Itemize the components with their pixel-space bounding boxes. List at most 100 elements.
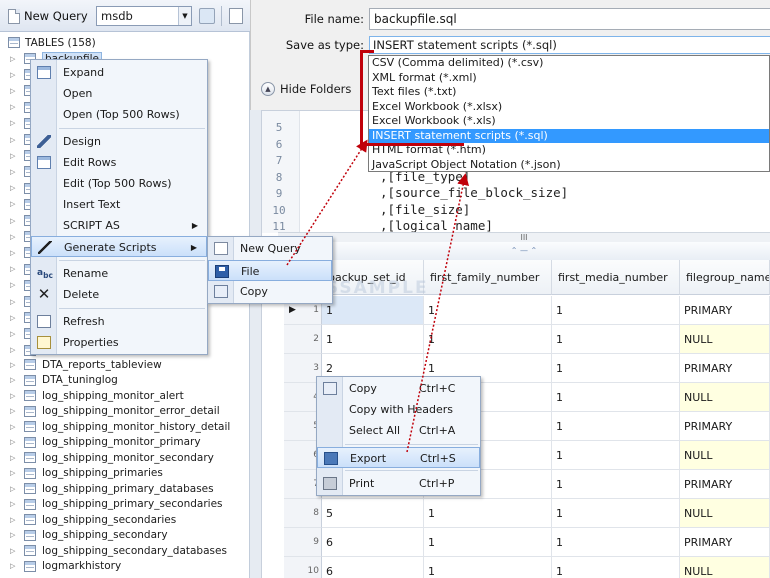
tree-item[interactable]: ▷ DTA_reports_tableview bbox=[10, 357, 162, 373]
chevron-down-icon[interactable]: ▼ bbox=[178, 7, 191, 25]
tree-item[interactable]: ▷ log_shipping_secondary_databases bbox=[10, 543, 227, 559]
tree-item[interactable]: ▷ log_shipping_secondary bbox=[10, 528, 168, 544]
chevron-right-icon[interactable]: ▷ bbox=[10, 547, 20, 555]
grid-cell[interactable]: 1 bbox=[322, 325, 424, 354]
grid-splitter[interactable]: ⌃ — ⌃ bbox=[278, 242, 770, 260]
chevron-right-icon[interactable]: ▷ bbox=[10, 516, 20, 524]
chevron-right-icon[interactable]: ▷ bbox=[10, 438, 20, 446]
chevron-right-icon[interactable]: ▷ bbox=[10, 361, 20, 369]
code-line[interactable]: ,[logical_name] bbox=[380, 218, 493, 233]
grid-cell[interactable]: 5 bbox=[322, 499, 424, 528]
chevron-right-icon[interactable]: ▷ bbox=[10, 376, 20, 384]
file-type-option[interactable]: JavaScript Object Notation (*.json) bbox=[369, 158, 769, 173]
menu-item-refresh[interactable]: Refresh bbox=[31, 311, 207, 332]
row-number[interactable]: 9 bbox=[284, 528, 322, 557]
grid-cell[interactable]: NULL bbox=[680, 557, 770, 578]
grid-cell[interactable]: 1 bbox=[552, 412, 680, 441]
grid-cell[interactable]: 6 bbox=[322, 528, 424, 557]
grid-cell[interactable]: 1 bbox=[424, 557, 552, 578]
row-number[interactable]: 2 bbox=[284, 325, 322, 354]
grid-cell[interactable]: 1 bbox=[552, 470, 680, 499]
editor-horizontal-scrollbar[interactable]: III bbox=[278, 232, 770, 242]
menu-item-rename[interactable]: abc Rename bbox=[31, 263, 207, 284]
menu-item-expand[interactable]: Expand bbox=[31, 62, 207, 83]
menu-item-design[interactable]: Design bbox=[31, 131, 207, 152]
chevron-right-icon[interactable]: ▷ bbox=[10, 407, 20, 415]
tree-item[interactable]: ▷ log_shipping_primaries bbox=[10, 466, 163, 482]
chevron-right-icon[interactable]: ▷ bbox=[10, 249, 20, 257]
grid-menu-item-print[interactable]: Print Ctrl+P bbox=[317, 473, 480, 494]
row-number[interactable]: 8 bbox=[284, 499, 322, 528]
chevron-right-icon[interactable]: ▷ bbox=[10, 346, 20, 354]
grid-cell[interactable]: PRIMARY bbox=[680, 354, 770, 383]
tree-item[interactable]: ▷ log_shipping_secondaries bbox=[10, 512, 176, 528]
menu-item-open-top[interactable]: Open (Top 500 Rows) bbox=[31, 104, 207, 125]
menu-item-properties[interactable]: Properties bbox=[31, 332, 207, 353]
file-type-option[interactable]: Excel Workbook (*.xlsx) bbox=[369, 100, 769, 115]
chevron-right-icon[interactable]: ▷ bbox=[10, 454, 20, 462]
tree-item[interactable]: ▷ log_shipping_monitor_error_detail bbox=[10, 404, 220, 420]
chevron-right-icon[interactable]: ▷ bbox=[10, 314, 20, 322]
grid-cell[interactable]: 1 bbox=[424, 499, 552, 528]
submenu-item-copy[interactable]: Copy bbox=[208, 281, 332, 302]
save-as-type-select[interactable]: INSERT statement scripts (*.sql) bbox=[369, 36, 770, 54]
row-number[interactable]: 10 bbox=[284, 557, 322, 578]
chevron-right-icon[interactable]: ▷ bbox=[10, 562, 20, 570]
database-select[interactable]: msdb ▼ bbox=[96, 6, 192, 26]
chevron-right-icon[interactable]: ▷ bbox=[10, 71, 20, 79]
grid-menu-item-copy[interactable]: Copy Ctrl+C bbox=[317, 378, 480, 399]
chevron-right-icon[interactable]: ▷ bbox=[10, 423, 20, 431]
grid-menu-item-copy-with-headers[interactable]: Copy with Headers bbox=[317, 399, 480, 420]
grid-cell[interactable]: 1 bbox=[424, 296, 552, 325]
menu-item-edit-rows[interactable]: Edit Rows bbox=[31, 152, 207, 173]
chevron-right-icon[interactable]: ▷ bbox=[10, 168, 20, 176]
code-line[interactable]: ,[file_size] bbox=[380, 202, 470, 217]
submenu-item-new-query[interactable]: New Query bbox=[208, 238, 332, 259]
tree-item[interactable]: ▷ log_shipping_monitor_primary bbox=[10, 435, 201, 451]
grid-cell[interactable]: 1 bbox=[552, 528, 680, 557]
menu-item-delete[interactable]: ✕ Delete bbox=[31, 284, 207, 305]
tree-item[interactable]: ▷ log_shipping_primary_databases bbox=[10, 481, 214, 497]
chevron-right-icon[interactable]: ▷ bbox=[10, 485, 20, 493]
menu-item-insert-text[interactable]: Insert Text bbox=[31, 194, 207, 215]
grid-cell[interactable]: 1 bbox=[552, 383, 680, 412]
file-type-option[interactable]: Text files (*.txt) bbox=[369, 85, 769, 100]
chevron-right-icon[interactable]: ▷ bbox=[10, 103, 20, 111]
new-query-button[interactable]: New Query bbox=[8, 6, 88, 26]
toolbar-document-icon[interactable] bbox=[229, 8, 243, 24]
chevron-right-icon[interactable]: ▷ bbox=[10, 87, 20, 95]
grid-cell[interactable]: 1 bbox=[552, 557, 680, 578]
tree-item[interactable]: ▷ DTA_tuninglog bbox=[10, 373, 118, 389]
grid-cell[interactable]: PRIMARY bbox=[680, 528, 770, 557]
grid-cell[interactable]: 1 bbox=[552, 354, 680, 383]
tree-item[interactable]: ▷ logmarkhistory bbox=[10, 559, 121, 575]
grid-menu-item-select-all[interactable]: Select All Ctrl+A bbox=[317, 420, 480, 441]
grid-cell[interactable]: 1 bbox=[552, 499, 680, 528]
column-header[interactable]: filegroup_name bbox=[680, 260, 770, 295]
chevron-right-icon[interactable]: ▷ bbox=[10, 330, 20, 338]
column-header[interactable]: first_family_number bbox=[424, 260, 552, 295]
chevron-right-icon[interactable]: ▷ bbox=[10, 136, 20, 144]
chevron-right-icon[interactable]: ▷ bbox=[10, 200, 20, 208]
grid-cell[interactable]: PRIMARY bbox=[680, 412, 770, 441]
menu-item-open[interactable]: Open bbox=[31, 83, 207, 104]
chevron-right-icon[interactable]: ▷ bbox=[10, 469, 20, 477]
tree-item[interactable]: ▷ log_shipping_primary_secondaries bbox=[10, 497, 223, 513]
submenu-item-file[interactable]: File bbox=[208, 260, 332, 281]
chevron-right-icon[interactable]: ▷ bbox=[10, 500, 20, 508]
grid-cell[interactable]: NULL bbox=[680, 441, 770, 470]
chevron-right-icon[interactable]: ▷ bbox=[10, 184, 20, 192]
file-type-option[interactable]: CSV (Comma delimited) (*.csv) bbox=[369, 56, 769, 71]
menu-item-script-as[interactable]: SCRIPT AS ▶ bbox=[31, 215, 207, 236]
chevron-right-icon[interactable]: ▷ bbox=[10, 217, 20, 225]
hide-folders-button[interactable]: ▲ Hide Folders bbox=[261, 82, 351, 96]
grid-cell[interactable]: 1 bbox=[322, 296, 424, 325]
grid-cell[interactable]: NULL bbox=[680, 383, 770, 412]
tables-folder[interactable]: TABLES (158) bbox=[8, 35, 96, 50]
file-name-input[interactable]: backupfile.sql bbox=[369, 8, 770, 30]
grid-cell[interactable]: 1 bbox=[424, 325, 552, 354]
menu-item-generate-scripts[interactable]: Generate Scripts ▶ bbox=[31, 236, 207, 257]
file-type-option[interactable]: XML format (*.xml) bbox=[369, 71, 769, 86]
grid-cell[interactable]: PRIMARY bbox=[680, 470, 770, 499]
tree-item[interactable]: ▷ log_shipping_monitor_alert bbox=[10, 388, 184, 404]
